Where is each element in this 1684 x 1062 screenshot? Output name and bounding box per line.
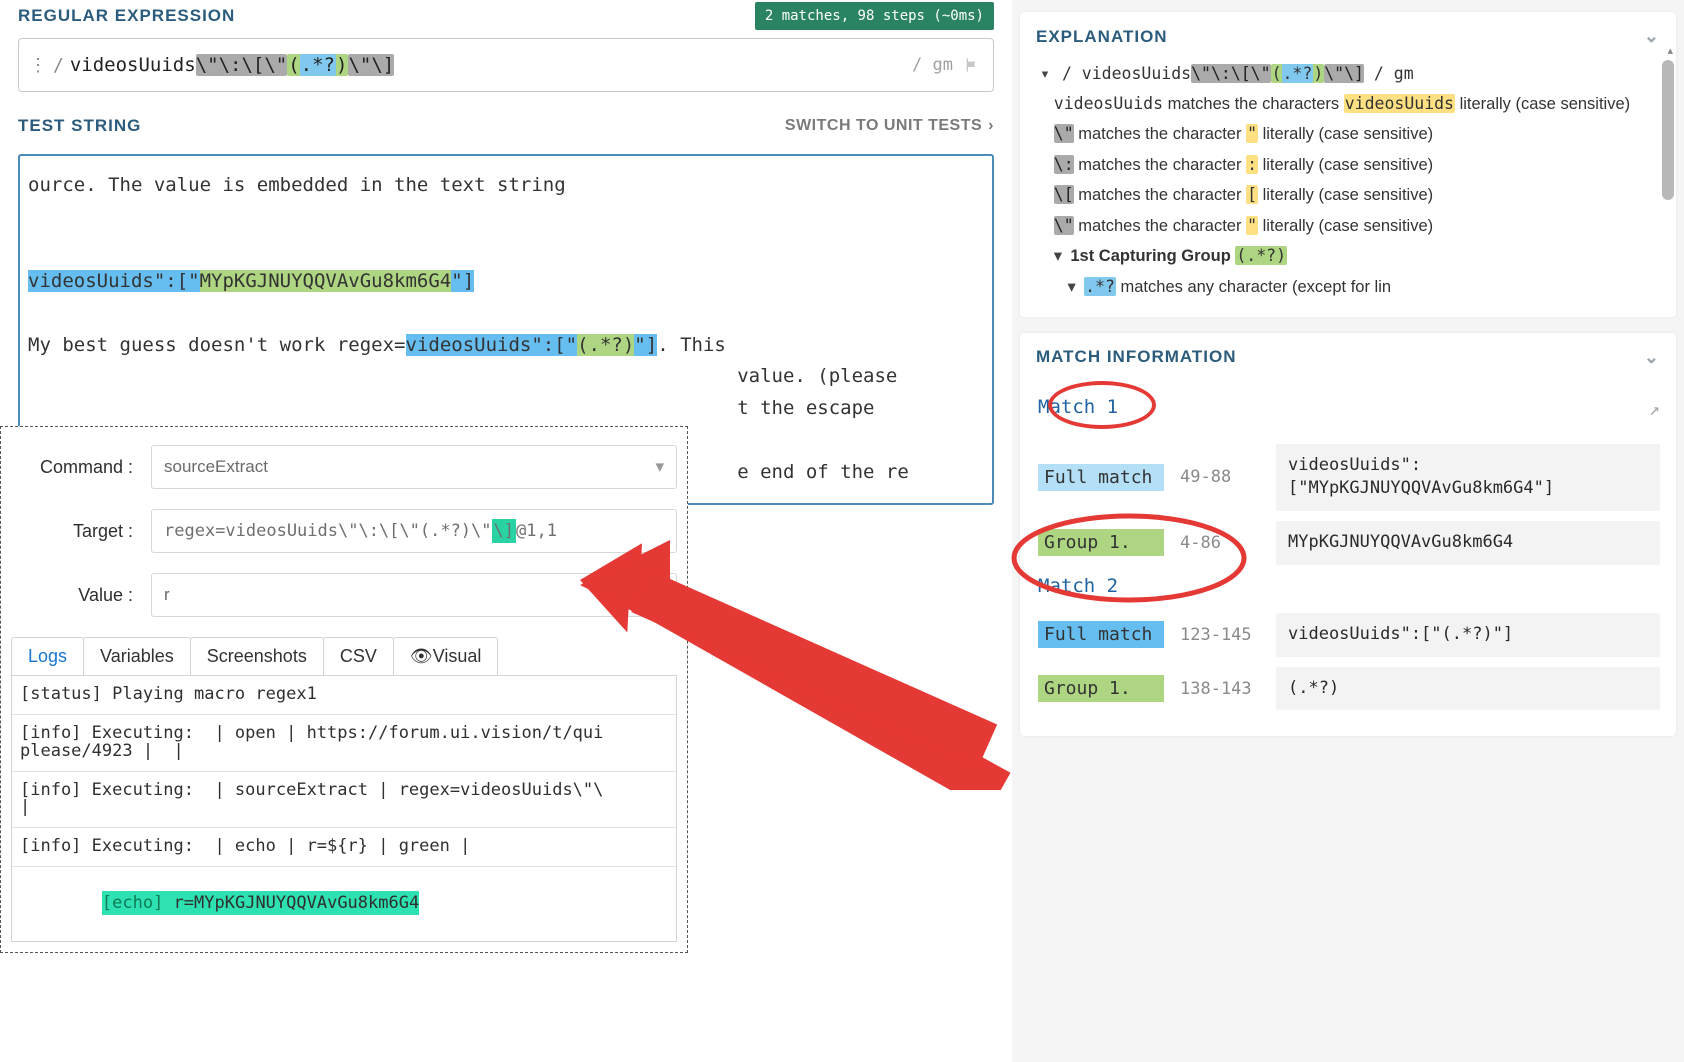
- match-highlight: videosUuids":["(.*?)"]: [406, 334, 658, 356]
- group-1-pill: Group 1.: [1038, 529, 1164, 556]
- regex-heading: REGULAR EXPRESSION: [0, 0, 253, 32]
- explanation-heading: EXPLANATION: [1036, 27, 1168, 47]
- test-line: ource. The value is embedded in the text…: [28, 174, 566, 196]
- full-match-pill: Full match: [1038, 621, 1164, 648]
- log-line: [echo] r=MYpKGJNUYQQVAvGu8km6G4: [12, 866, 676, 941]
- scroll-up-icon[interactable]: ▴: [1667, 44, 1673, 57]
- regex-pattern: videosUuids\"\:\[\"(.*?)\"\]: [64, 54, 394, 76]
- tab-csv[interactable]: CSV: [323, 637, 394, 675]
- command-select[interactable]: sourceExtract: [151, 445, 677, 489]
- chevron-right-icon: ›: [988, 117, 994, 135]
- disclosure-icon[interactable]: ▾: [1040, 61, 1052, 87]
- collapse-icon[interactable]: ⌄: [1644, 26, 1660, 47]
- flag-icon[interactable]: [961, 57, 983, 73]
- regex-flags[interactable]: / gm: [912, 55, 983, 75]
- explanation-body: ▾ / videosUuids\"\:\[\"(.*?)\"\] / gm vi…: [1020, 57, 1676, 317]
- command-label: Command :: [11, 457, 151, 478]
- test-line: My best guess doesn't work regex=: [28, 334, 406, 356]
- log-line: [info] Executing: | echo | r=${r} | gree…: [12, 827, 676, 866]
- tab-logs[interactable]: Logs: [11, 637, 84, 675]
- left-column: REGULAR EXPRESSION 2 matches, 98 steps (…: [0, 0, 1012, 1062]
- collapse-icon[interactable]: ⌄: [1644, 347, 1660, 368]
- tab-visual[interactable]: 👁Visual: [393, 637, 499, 675]
- match-position: 49-88: [1180, 467, 1260, 487]
- match-position: 138-143: [1180, 679, 1260, 699]
- match-info-panel: MATCH INFORMATION ⌄ Match 1 ↗ Full match…: [1020, 333, 1676, 737]
- tab-variables[interactable]: Variables: [83, 637, 191, 675]
- match-code: videosUuids":["(.*?)"]: [1276, 613, 1660, 657]
- match-row: Full match 123-145 videosUuids":["(.*?)"…: [1038, 613, 1660, 657]
- match-row: Full match 49-88 videosUuids":["MYpKGJNU…: [1038, 444, 1660, 512]
- match-row: Group 1. 4-86 MYpKGJNUYQQVAvGu8km6G4: [1038, 521, 1660, 565]
- logs-panel: [status] Playing macro regex1 [info] Exe…: [11, 675, 677, 942]
- switch-unit-tests-link[interactable]: SWITCH TO UNIT TESTS ›: [785, 117, 994, 135]
- tab-screenshots[interactable]: Screenshots: [190, 637, 324, 675]
- match-code: MYpKGJNUYQQVAvGu8km6G4: [1276, 521, 1660, 565]
- log-line: [info] Executing: | sourceExtract | rege…: [12, 771, 676, 828]
- match-badge: 2 matches, 98 steps (~0ms): [755, 2, 994, 30]
- teststring-heading: TEST STRING: [18, 110, 159, 142]
- export-icon[interactable]: ↗: [1649, 399, 1660, 420]
- match-info-heading: MATCH INFORMATION: [1036, 347, 1237, 367]
- full-match-pill: Full match: [1038, 464, 1164, 491]
- value-input[interactable]: r: [151, 573, 677, 617]
- log-line: [info] Executing: | open | https://forum…: [12, 714, 676, 771]
- match-highlight: videosUuids":["MYpKGJNUYQQVAvGu8km6G4"]: [28, 270, 474, 292]
- target-label: Target :: [11, 521, 151, 542]
- regex-tools-icon[interactable]: ⋮ /: [29, 55, 64, 76]
- match-position: 4-86: [1180, 533, 1260, 553]
- group-1-pill: Group 1.: [1038, 675, 1164, 702]
- right-column: EXPLANATION ⌄ ▴ ▾ / videosUuids\"\:\[\"(…: [1012, 0, 1684, 1062]
- match-code: (.*?): [1276, 667, 1660, 711]
- log-line: [status] Playing macro regex1: [12, 676, 676, 714]
- match-position: 123-145: [1180, 625, 1260, 645]
- disclosure-icon[interactable]: ▾: [1068, 275, 1080, 301]
- disclosure-icon[interactable]: ▾: [1054, 244, 1066, 270]
- explanation-panel: EXPLANATION ⌄ ▴ ▾ / videosUuids\"\:\[\"(…: [1020, 12, 1676, 317]
- match-row: Group 1. 138-143 (.*?): [1038, 667, 1660, 711]
- value-label: Value :: [11, 585, 151, 606]
- macro-overlay: Command : sourceExtract Target : regex=v…: [0, 426, 688, 953]
- match-1-title[interactable]: Match 1: [1038, 396, 1118, 418]
- tabs: Logs Variables Screenshots CSV 👁Visual: [11, 637, 677, 675]
- match-2-title[interactable]: Match 2: [1038, 575, 1660, 597]
- match-code: videosUuids":["MYpKGJNUYQQVAvGu8km6G4"]: [1276, 444, 1660, 512]
- regex-input[interactable]: ⋮ / videosUuids\"\:\[\"(.*?)\"\] / gm: [18, 38, 994, 92]
- target-input[interactable]: regex=videosUuids\"\:\[\"(.*?)\"\]@1,1: [151, 509, 677, 553]
